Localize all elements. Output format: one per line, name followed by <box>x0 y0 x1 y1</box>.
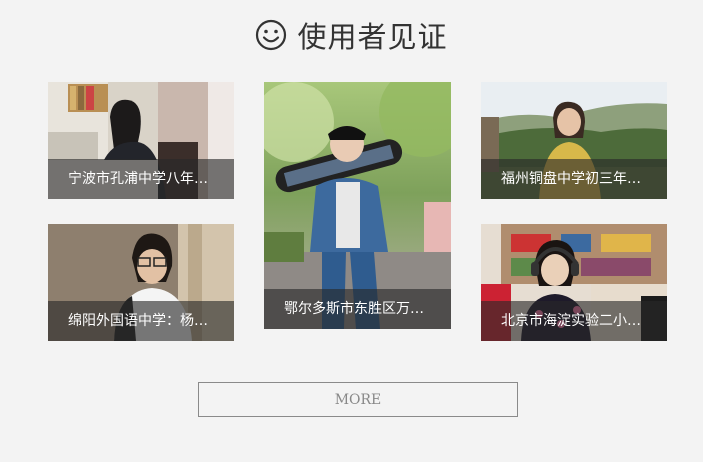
testimonial-caption: 绵阳外国语中学：杨… <box>48 301 234 341</box>
testimonial-card[interactable]: 绵阳外国语中学：杨… <box>48 224 234 341</box>
testimonial-caption: 福州铜盘中学初三年… <box>481 159 667 199</box>
section-title: 使用者见证 <box>297 20 448 54</box>
testimonial-caption: 宁波市孔浦中学八年… <box>48 159 234 199</box>
testimonial-caption: 鄂尔多斯市东胜区万… <box>264 289 451 329</box>
section-header: 使用者见证 <box>0 14 703 56</box>
testimonial-card[interactable]: 福州铜盘中学初三年… <box>481 82 667 199</box>
more-button[interactable]: MORE <box>198 382 518 417</box>
smiley-icon <box>256 19 287 51</box>
testimonial-card[interactable]: 北京市海淀实验二小… <box>481 224 667 341</box>
testimonial-card[interactable]: 宁波市孔浦中学八年… <box>48 82 234 199</box>
testimonial-card[interactable]: 鄂尔多斯市东胜区万… <box>264 82 451 329</box>
testimonial-caption: 北京市海淀实验二小… <box>481 301 667 341</box>
